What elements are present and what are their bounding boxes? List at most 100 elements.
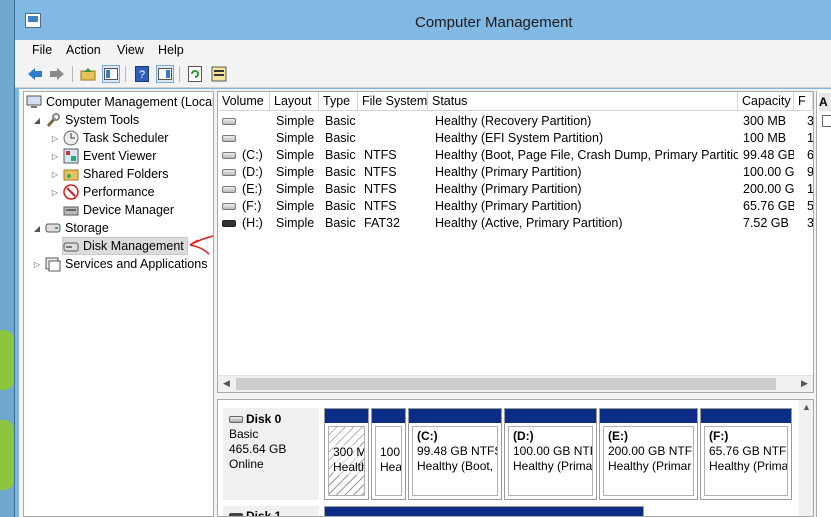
table-row[interactable]: (E:) Simple Basic NTFS Healthy (Primary Part… xyxy=(218,181,813,198)
scrollbar-thumb[interactable] xyxy=(236,378,776,390)
partition-d[interactable]: (D:) 100.00 GB NTFS Healthy (Prima xyxy=(504,408,597,500)
table-row[interactable]: (H:) Simple Basic FAT32 Healthy (Active, Pri… xyxy=(218,215,813,232)
computer-management-icon[interactable] xyxy=(25,13,41,28)
scroll-left-icon[interactable]: ◀ xyxy=(223,378,230,389)
show-hide-tree-icon[interactable] xyxy=(102,65,120,83)
properties-icon[interactable] xyxy=(210,65,228,83)
volume-cell: (F:) xyxy=(242,199,262,213)
column-header-free-space[interactable]: F xyxy=(794,92,813,111)
table-row[interactable]: Simple Basic Healthy (Recovery Partition) 3… xyxy=(218,113,813,130)
status-cell: Healthy (Primary Partition) xyxy=(435,182,582,196)
menu-bar: File Action View Help xyxy=(15,40,831,60)
back-arrow-icon[interactable] xyxy=(26,65,44,83)
free-space-cell: 9 xyxy=(807,164,813,181)
tree-item-label: System Tools xyxy=(65,113,140,127)
partition-bar xyxy=(325,507,643,516)
partition-label: (C:) xyxy=(417,429,438,443)
table-row[interactable]: (C:) Simple Basic NTFS Healthy (Boot, Page F… xyxy=(218,147,813,164)
column-header-layout[interactable]: Layout xyxy=(270,92,319,111)
up-folder-icon[interactable] xyxy=(79,65,97,83)
horizontal-scrollbar[interactable]: ◀ ▶ xyxy=(218,375,813,392)
scroll-right-icon[interactable]: ▶ xyxy=(801,378,808,389)
volume-drive-icon xyxy=(222,186,236,193)
forward-arrow-icon[interactable] xyxy=(48,65,66,83)
file-system-cell xyxy=(364,113,428,130)
tree-item-storage[interactable]: ◢ Storage xyxy=(32,219,109,237)
layout-cell: Simple xyxy=(276,131,315,145)
computer-icon xyxy=(26,94,42,110)
disk-1-info[interactable]: Disk 1 xyxy=(223,506,319,516)
partition-label: (F:) xyxy=(709,429,729,443)
file-system-cell xyxy=(364,130,428,147)
desktop-wallpaper-strip xyxy=(0,330,14,390)
table-row[interactable]: Simple Basic Healthy (EFI System Partition… xyxy=(218,130,813,147)
column-header-type[interactable]: Type xyxy=(319,92,358,111)
collapsed-arrow-icon[interactable]: ▷ xyxy=(32,260,42,269)
partition-f[interactable]: (F:) 65.76 GB NTFS Healthy (Prima xyxy=(700,408,792,500)
collapsed-arrow-icon[interactable]: ▷ xyxy=(50,170,60,179)
type-cell: Basic xyxy=(325,182,356,196)
file-system-cell: FAT32 xyxy=(364,216,400,230)
table-row[interactable]: (D:) Simple Basic NTFS Healthy (Primary Part… xyxy=(218,164,813,181)
partition-disk-1[interactable] xyxy=(324,506,644,516)
tree-item-label: Disk Management xyxy=(83,239,184,253)
column-header-capacity[interactable]: Capacity xyxy=(738,92,794,111)
tools-icon xyxy=(45,112,61,128)
disk-icon xyxy=(229,512,243,516)
partition-efi[interactable]: 100 Hea xyxy=(371,408,406,500)
partition-c[interactable]: (C:) 99.48 GB NTFS Healthy (Boot, xyxy=(408,408,502,500)
title-bar[interactable]: Computer Management xyxy=(15,0,831,40)
collapsed-arrow-icon[interactable]: ▷ xyxy=(50,152,60,161)
expanded-arrow-icon[interactable]: ◢ xyxy=(32,116,42,125)
scroll-up-icon[interactable]: ▲ xyxy=(802,402,811,412)
disk-map-vertical-scrollbar[interactable]: ▲ xyxy=(799,400,813,516)
volume-drive-icon xyxy=(222,203,236,210)
type-cell: Basic xyxy=(325,199,356,213)
disk-icon xyxy=(229,416,243,423)
menu-file[interactable]: File xyxy=(32,43,52,57)
refresh-icon[interactable] xyxy=(186,65,204,83)
column-header-volume[interactable]: Volume xyxy=(218,92,270,111)
disk-management-icon xyxy=(63,238,79,254)
tree-item-event-viewer[interactable]: ▷ Event Viewer xyxy=(50,147,156,165)
partition-status: Healthy (Primar xyxy=(608,459,692,473)
tree-item-services-and-applications[interactable]: ▷ Services and Applications xyxy=(32,255,207,273)
menu-action[interactable]: Action xyxy=(66,43,101,57)
collapsed-arrow-icon[interactable]: ▷ xyxy=(50,134,60,143)
tree-item-disk-management[interactable]: Disk Management xyxy=(62,237,188,255)
layout-cell: Simple xyxy=(276,216,315,230)
partition-status: Healthy (Prima xyxy=(513,459,593,473)
show-hide-action-pane-icon[interactable] xyxy=(156,65,174,83)
tree-item-system-tools[interactable]: ◢ System Tools xyxy=(32,111,139,129)
toolbar: ? xyxy=(15,60,831,88)
file-system-cell: NTFS xyxy=(364,182,397,196)
help-icon[interactable]: ? xyxy=(133,65,151,83)
tree-item-shared-folders[interactable]: ▷ Shared Folders xyxy=(50,165,169,183)
action-item-icon[interactable] xyxy=(822,115,831,127)
tree-item-device-manager[interactable]: Device Manager xyxy=(63,201,174,219)
tree-item-performance[interactable]: ▷ Performance xyxy=(50,183,155,201)
window-title: Computer Management xyxy=(415,14,573,31)
tree-item-computer-management[interactable]: Computer Management (Local xyxy=(26,93,213,111)
expanded-arrow-icon[interactable]: ◢ xyxy=(32,224,42,233)
volume-drive-icon xyxy=(222,135,236,142)
table-row[interactable]: (F:) Simple Basic NTFS Healthy (Primary Part… xyxy=(218,198,813,215)
layout-cell: Simple xyxy=(276,182,315,196)
menu-help[interactable]: Help xyxy=(158,43,184,57)
column-header-file-system[interactable]: File System xyxy=(358,92,428,111)
free-space-cell: 3 xyxy=(807,113,813,130)
partition-size: 100.00 GB NTFS xyxy=(513,444,592,458)
disk-0-info[interactable]: Disk 0 Basic 465.64 GB Online xyxy=(223,408,319,500)
tree-item-task-scheduler[interactable]: ▷ Task Scheduler xyxy=(50,129,168,147)
partition-recovery[interactable]: 300 M Health xyxy=(324,408,369,500)
collapsed-arrow-icon[interactable]: ▷ xyxy=(50,188,60,197)
volume-drive-icon xyxy=(222,152,236,159)
file-system-cell: NTFS xyxy=(364,199,397,213)
actions-pane: A xyxy=(816,91,831,517)
partition-e[interactable]: (E:) 200.00 GB NTFS Healthy (Primar xyxy=(599,408,698,500)
volume-cell: (D:) xyxy=(242,165,263,179)
menu-view[interactable]: View xyxy=(117,43,144,57)
actions-header[interactable]: A xyxy=(819,93,831,111)
partition-status: Health xyxy=(333,460,365,475)
column-header-status[interactable]: Status xyxy=(428,92,738,111)
